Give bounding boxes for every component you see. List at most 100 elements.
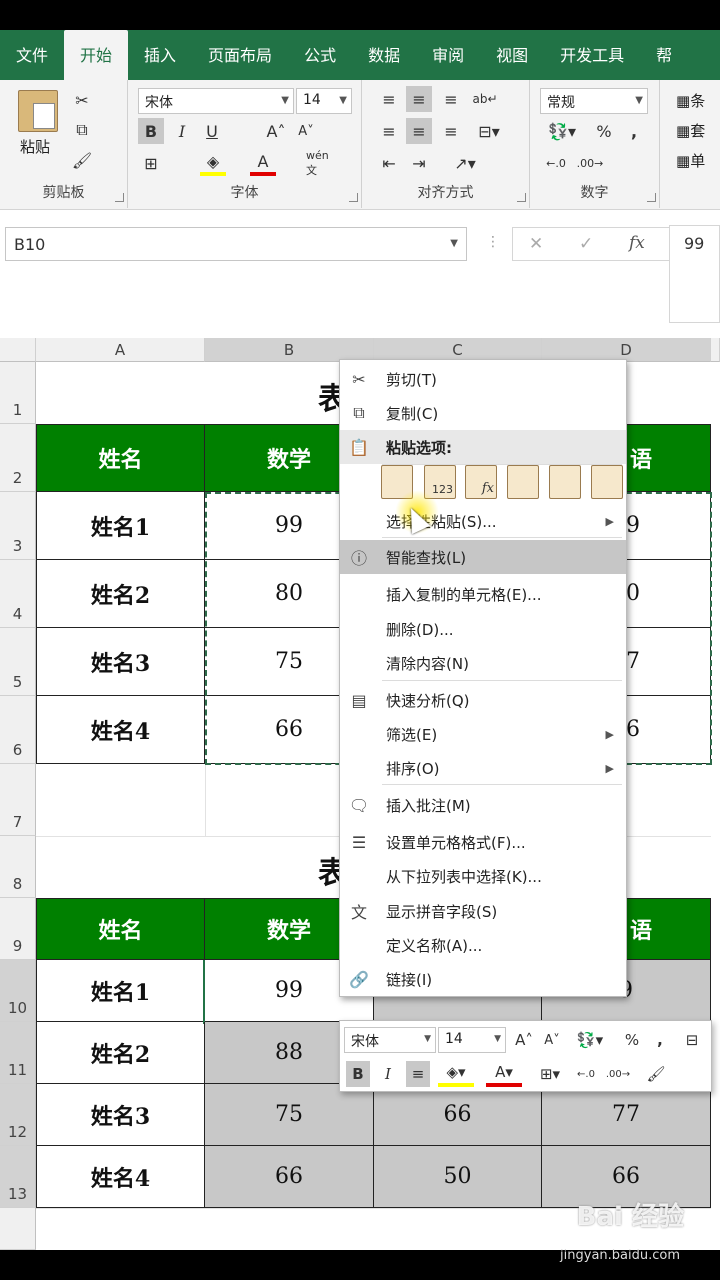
number-format-select[interactable]: 常规 ▼ — [540, 88, 648, 114]
menu-item[interactable]: 筛选(E) ▶ — [340, 717, 626, 751]
number-launcher-icon[interactable] — [647, 193, 656, 202]
merge-center-icon[interactable]: ⊟▾ — [472, 118, 506, 144]
mini-size-select[interactable]: 14 ▼ — [438, 1027, 506, 1053]
paste-option-formatting-icon[interactable] — [549, 465, 581, 499]
tab-file[interactable]: 文件 — [0, 30, 64, 80]
bold-button[interactable]: B — [138, 118, 164, 144]
increase-decimal-icon[interactable]: ←.0 — [542, 150, 570, 176]
conditional-format-button[interactable]: ▦条 — [676, 90, 705, 111]
clipboard-launcher-icon[interactable] — [115, 193, 124, 202]
table2-score-cell[interactable]: 66 — [374, 1084, 542, 1146]
menu-item[interactable]: 🔗 链接(I) — [340, 962, 626, 996]
row-header-4[interactable]: 4 — [0, 560, 36, 628]
menu-item[interactable]: 从下拉列表中选择(K)... — [340, 859, 626, 893]
mini-decrease-decimal-icon[interactable]: .00→ — [606, 1061, 630, 1087]
select-all-corner[interactable] — [0, 338, 36, 362]
menu-item[interactable]: 删除(D)... — [340, 612, 626, 646]
menu-item[interactable]: ▤ 快速分析(Q) — [340, 683, 626, 717]
mini-comma-button[interactable]: , — [648, 1027, 672, 1053]
row-header-3[interactable]: 3 — [0, 492, 36, 560]
row-header-12[interactable]: 12 — [0, 1084, 36, 1146]
tab-developer[interactable]: 开发工具 — [544, 30, 640, 80]
menu-item[interactable]: ⧉ 复制(C) — [340, 396, 626, 430]
enter-icon[interactable]: ✓ — [579, 234, 593, 254]
row-header-8[interactable]: 8 — [0, 836, 36, 898]
row-header-7[interactable]: 7 — [0, 764, 36, 836]
menu-item[interactable]: ✂ 剪切(T) — [340, 362, 626, 396]
menu-item[interactable]: ☰ 设置单元格格式(F)... — [340, 825, 626, 859]
phonetic-icon[interactable]: wén文 — [306, 149, 336, 177]
fill-color-icon[interactable]: ◈ — [200, 150, 226, 176]
comma-button[interactable]: , — [622, 118, 646, 144]
decrease-indent-icon[interactable]: ⇤ — [376, 150, 402, 176]
mini-decrease-font-icon[interactable]: A˅ — [540, 1027, 564, 1053]
row-header-5[interactable]: 5 — [0, 628, 36, 696]
menu-item[interactable]: 插入复制的单元格(E)... — [340, 577, 626, 611]
tab-view[interactable]: 视图 — [480, 30, 544, 80]
copy-icon[interactable]: ⧉ — [70, 118, 94, 142]
menu-item[interactable]: 选择性粘贴(S)... ▶ — [340, 504, 626, 538]
tab-home[interactable]: 开始 — [64, 30, 129, 80]
menu-item[interactable]: 🗨 插入批注(M) — [340, 788, 626, 822]
decrease-font-icon[interactable]: A˅ — [294, 118, 318, 144]
underline-button[interactable]: U — [200, 118, 224, 144]
table1-name-cell[interactable]: 姓名4 — [36, 696, 205, 764]
table2-name-cell[interactable]: 姓名3 — [36, 1084, 205, 1146]
column-header-a[interactable]: A — [36, 338, 205, 362]
cancel-icon[interactable]: ✕ — [529, 234, 543, 254]
alignment-launcher-icon[interactable] — [517, 193, 526, 202]
align-middle-icon[interactable]: ≡ — [406, 86, 432, 112]
mini-format-painter-icon[interactable]: 🖌 — [644, 1061, 668, 1087]
table1-header-name[interactable]: 姓名 — [36, 424, 205, 492]
align-bottom-icon[interactable]: ≡ — [438, 86, 464, 112]
wrap-text-icon[interactable]: ab↵ — [472, 86, 498, 112]
formula-input[interactable]: 99 — [669, 225, 720, 323]
increase-font-icon[interactable]: A˄ — [264, 118, 288, 144]
table2-score-cell[interactable]: 50 — [374, 1146, 542, 1208]
row-header-13[interactable]: 13 — [0, 1146, 36, 1208]
cut-icon[interactable]: ✂ — [70, 88, 94, 112]
mini-font-color-icon[interactable]: A▾ — [486, 1061, 522, 1087]
menu-item[interactable]: 排序(O) ▶ — [340, 751, 626, 785]
mini-increase-decimal-icon[interactable]: ←.0 — [574, 1061, 598, 1087]
percent-button[interactable]: % — [592, 118, 616, 144]
menu-item[interactable]: 清除内容(N) — [340, 646, 626, 680]
align-center-icon[interactable]: ≡ — [406, 118, 432, 144]
menu-item[interactable]: 文显示拼音字段(S) — [340, 894, 626, 928]
mini-fill-color-icon[interactable]: ◈▾ — [438, 1061, 474, 1087]
menu-item[interactable]: ⓘ 智能查找(L) — [340, 540, 626, 574]
italic-button[interactable]: I — [170, 118, 194, 144]
table1-name-cell[interactable]: 姓名2 — [36, 560, 205, 628]
table2-name-cell[interactable]: 姓名2 — [36, 1022, 205, 1084]
mini-bold-button[interactable]: B — [346, 1061, 370, 1087]
mini-accounting-icon[interactable]: 💱▾ — [570, 1027, 610, 1053]
mini-font-select[interactable]: 宋体 ▼ — [344, 1027, 436, 1053]
table1-name-cell[interactable]: 姓名3 — [36, 628, 205, 696]
paste-option-link-icon[interactable] — [591, 465, 623, 499]
table2-score-cell[interactable]: 75 — [205, 1084, 374, 1146]
tab-insert[interactable]: 插入 — [128, 30, 192, 80]
border-icon[interactable]: ⊞ — [138, 150, 164, 176]
align-left-icon[interactable]: ≡ — [376, 118, 402, 144]
paste-label[interactable]: 粘贴 — [20, 136, 50, 157]
column-header-e[interactable] — [711, 338, 720, 362]
mini-merge-icon[interactable]: ⊟ — [680, 1027, 704, 1053]
font-size-select[interactable]: 14 ▼ — [296, 88, 352, 114]
mini-border-icon[interactable]: ⊞▾ — [532, 1061, 568, 1087]
table2-name-cell[interactable]: 姓名4 — [36, 1146, 205, 1208]
table2-name-cell[interactable]: 姓名1 — [36, 960, 205, 1022]
tab-page-layout[interactable]: 页面布局 — [192, 30, 288, 80]
table2-score-cell[interactable]: 66 — [205, 1146, 374, 1208]
cell-styles-button[interactable]: ▦单 — [676, 150, 705, 171]
row-header-11[interactable]: 11 — [0, 1022, 36, 1084]
mini-percent-button[interactable]: % — [620, 1027, 644, 1053]
paste-icon[interactable] — [18, 90, 58, 132]
table1-name-cell[interactable]: 姓名1 — [36, 492, 205, 560]
table2-header-name[interactable]: 姓名 — [36, 898, 205, 960]
insert-function-icon[interactable]: fx — [629, 233, 645, 253]
paste-option-formulas-icon[interactable]: fx — [465, 465, 497, 499]
tab-formulas[interactable]: 公式 — [288, 30, 352, 80]
mini-center-icon[interactable]: ≡ — [406, 1061, 430, 1087]
row-header-10[interactable]: 10 — [0, 960, 36, 1022]
row-header-2[interactable]: 2 — [0, 424, 36, 492]
